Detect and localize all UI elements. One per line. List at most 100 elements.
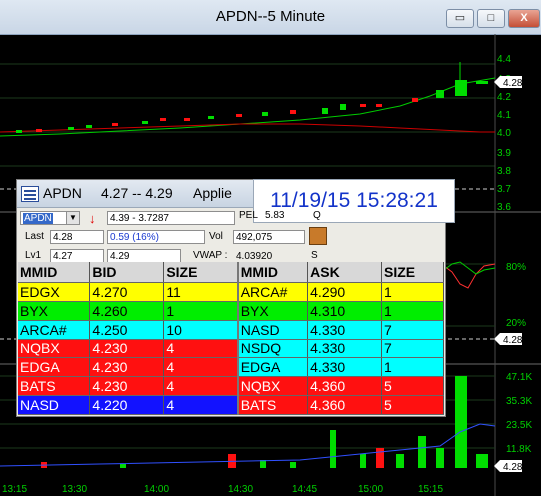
lv1-bid: 4.27	[50, 249, 104, 263]
volume-marker-label: 4.28	[503, 462, 523, 473]
level2-window[interactable]: APDN 4.27 -- 4.29 Applie 11/19/15 15:28:…	[16, 179, 455, 417]
volume-tick: 23.5K	[506, 420, 532, 431]
ask-price-header[interactable]: ASK	[307, 262, 383, 283]
price-tick: 4.4	[497, 54, 511, 65]
bid-mmid: EDGX	[18, 282, 91, 302]
bid-price: 4.230	[89, 376, 165, 397]
window-titlebar: APDN--5 Minute ▭ □ X	[0, 0, 541, 35]
table-row[interactable]: BYX 4.260 1 BYX 4.310 1	[18, 301, 444, 321]
ask-mmid: EDGA	[237, 357, 309, 378]
s-label: S	[311, 250, 318, 261]
volume-tick: 47.1K	[506, 372, 532, 383]
ask-size: 5	[381, 395, 444, 415]
time-tick: 13:15	[2, 484, 27, 495]
bid-size: 4	[163, 395, 239, 415]
lv1-ask: 4.29	[107, 249, 181, 263]
ask-price: 4.290	[307, 282, 383, 302]
bid-mmid: BATS	[18, 376, 91, 397]
table-row[interactable]: NQBX 4.230 4 NSDQ 4.330 7	[18, 339, 444, 359]
price-tick: 4.1	[497, 110, 511, 121]
bid-mmid: ARCA#	[18, 320, 91, 340]
chevron-down-icon[interactable]: ▼	[66, 212, 79, 224]
ask-size: 5	[381, 376, 444, 397]
ask-mmid: ARCA#	[237, 282, 309, 302]
time-tick: 14:00	[144, 484, 169, 495]
ask-price: 4.360	[307, 376, 383, 397]
ask-price: 4.360	[307, 395, 383, 415]
ask-price: 4.330	[307, 339, 383, 359]
symbol-input-value: APDN	[23, 213, 53, 224]
price-tick: 3.9	[497, 148, 511, 159]
table-row[interactable]: EDGA 4.230 4 EDGA 4.330 1	[18, 357, 444, 378]
price-tick: 3.6	[497, 202, 511, 213]
bid-size-header[interactable]: SIZE	[163, 262, 239, 283]
grid-icon	[21, 186, 39, 202]
vwap-label: VWAP :	[193, 250, 228, 261]
time-axis: 13:15 13:30 14:00 14:30 14:45 15:00 15:1…	[2, 484, 443, 495]
bid-price: 4.230	[89, 339, 165, 359]
down-arrow-icon: ↓	[89, 211, 96, 226]
volume-tick: 35.3K	[506, 396, 532, 407]
ask-mmid: NQBX	[237, 376, 309, 397]
bid-price: 4.230	[89, 357, 165, 378]
symbol-input[interactable]: APDN ▼	[20, 211, 80, 225]
ask-mmid: NSDQ	[237, 339, 309, 359]
maximize-button[interactable]: □	[477, 9, 505, 28]
indicator-tick: 20%	[506, 318, 526, 329]
bid-size: 1	[163, 301, 239, 321]
book-header-row: MMID BID SIZE MMID ASK SIZE	[18, 262, 444, 283]
indicator-marker-label: 4.28	[503, 335, 523, 346]
bid-size: 4	[163, 339, 239, 359]
ask-price: 4.310	[307, 301, 383, 321]
bid-mmid: NASD	[18, 395, 91, 415]
candles	[0, 62, 496, 137]
price-tick: 3.7	[497, 184, 511, 195]
table-row[interactable]: EDGX 4.270 11 ARCA# 4.290 1	[18, 282, 444, 302]
time-tick: 13:30	[62, 484, 87, 495]
last-value: 4.28	[50, 230, 104, 244]
table-row[interactable]: ARCA# 4.250 10 NASD 4.330 7	[18, 320, 444, 340]
time-tick: 14:45	[292, 484, 317, 495]
ask-size: 1	[381, 282, 444, 302]
bid-price: 4.220	[89, 395, 165, 415]
ask-size-header[interactable]: SIZE	[381, 262, 444, 283]
bid-mmid: EDGA	[18, 357, 91, 378]
bid-mmid: NQBX	[18, 339, 91, 359]
change-value: 0.59 (16%)	[107, 230, 205, 244]
table-row[interactable]: NASD 4.220 4 BATS 4.360 5	[18, 395, 444, 415]
pl-label: PEL	[239, 210, 258, 221]
price-tick: 4.0	[497, 128, 511, 139]
ask-mmid: BATS	[237, 395, 309, 415]
last-label: Last	[25, 231, 44, 242]
level2-book: MMID BID SIZE MMID ASK SIZE EDGX 4.270 1…	[18, 262, 444, 415]
bid-mmid: BYX	[18, 301, 91, 321]
time-tick: 15:15	[418, 484, 443, 495]
svg-text:4.28: 4.28	[503, 78, 523, 89]
price-tick: 4.2	[497, 92, 511, 103]
bid-size: 4	[163, 376, 239, 397]
volume-tick: 11.8K	[506, 444, 532, 455]
minimize-button[interactable]: ▭	[446, 9, 474, 28]
ask-size: 7	[381, 339, 444, 359]
time-tick: 15:00	[358, 484, 383, 495]
bid-price: 4.250	[89, 320, 165, 340]
q-label: Q	[313, 210, 321, 221]
level2-symbol: APDN	[43, 185, 82, 201]
day-range: 4.39 - 3.7287	[107, 211, 235, 225]
price-tick: 3.8	[497, 166, 511, 177]
bid-price: 4.260	[89, 301, 165, 321]
close-button[interactable]: X	[508, 9, 540, 28]
vol-value: 492,075	[233, 230, 305, 244]
ask-size: 1	[381, 301, 444, 321]
ask-mmid-header[interactable]: MMID	[237, 262, 309, 283]
bid-price-header[interactable]: BID	[89, 262, 165, 283]
level2-company: Applie	[193, 185, 232, 201]
bid-price: 4.270	[89, 282, 165, 302]
vol-label: Vol	[209, 231, 223, 242]
indicator-tick: 80%	[506, 262, 526, 273]
bid-mmid-header[interactable]: MMID	[18, 262, 91, 283]
table-row[interactable]: BATS 4.230 4 NQBX 4.360 5	[18, 376, 444, 397]
ask-price: 4.330	[307, 357, 383, 378]
trade-icon[interactable]	[309, 227, 327, 245]
bid-size: 11	[163, 282, 239, 302]
